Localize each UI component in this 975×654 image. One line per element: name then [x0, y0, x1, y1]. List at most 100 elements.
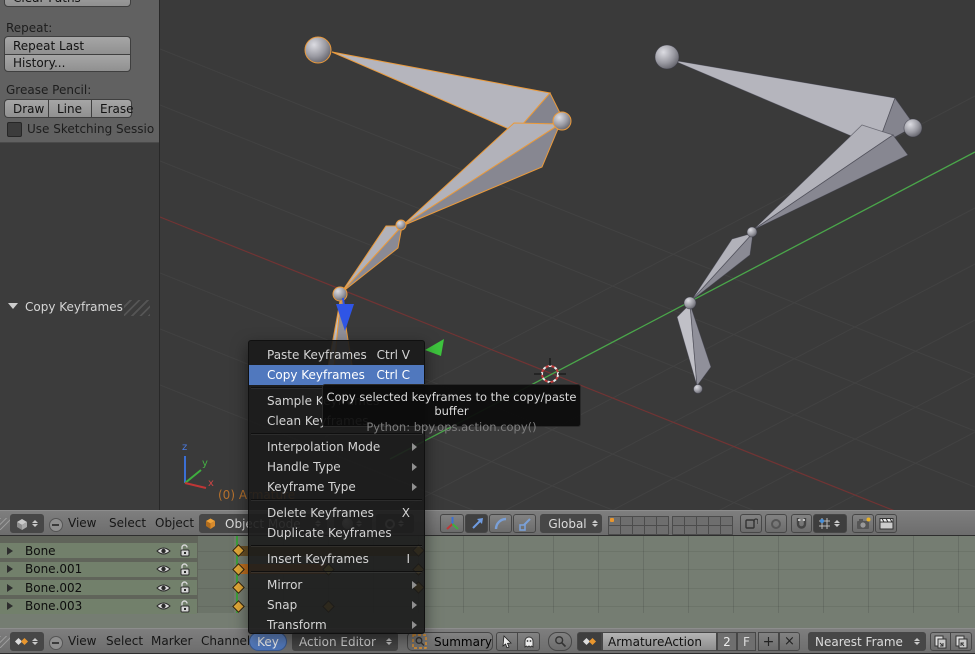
translate-arrow-icon: [471, 517, 483, 529]
lock-to-scene-button[interactable]: [740, 514, 762, 533]
transform-orientation-dropdown[interactable]: Global: [540, 514, 602, 533]
panel-drag-grip[interactable]: [124, 300, 150, 316]
paste-keyframes-button[interactable]: [951, 632, 972, 651]
repeat-label: Repeat:: [6, 21, 53, 35]
manipulator-axis-button[interactable]: [440, 514, 464, 533]
fake-user-button[interactable]: F: [737, 632, 756, 651]
gp-draw-button[interactable]: Draw: [4, 99, 48, 118]
collapse-menus-button[interactable]: [49, 518, 63, 532]
ghost-icon: [524, 636, 533, 648]
magnifier-icon: [554, 636, 566, 648]
viewport-header: View Select Object Object Mode Glob: [0, 510, 975, 536]
show-hidden-button[interactable]: [518, 632, 540, 651]
paste-icon: [955, 635, 967, 648]
snap-element-dropdown[interactable]: [813, 514, 847, 533]
scale-icon: [518, 517, 531, 531]
menu-marker-ds[interactable]: Marker: [151, 634, 192, 648]
menu-item-snap[interactable]: Snap: [249, 595, 424, 615]
submenu-arrow-icon: [412, 581, 417, 589]
submenu-arrow-icon: [412, 601, 417, 609]
armature-left-selected[interactable]: [304, 36, 572, 390]
gp-erase-button[interactable]: Erase: [92, 99, 134, 118]
action-diamonds-icon: [582, 637, 597, 646]
unlink-action-button[interactable]: ×: [779, 632, 800, 651]
action-name-field[interactable]: ArmatureAction: [602, 632, 717, 651]
cursor-arrow-icon: [502, 635, 512, 648]
gp-line-button[interactable]: Line: [48, 99, 92, 118]
menu-select-ds[interactable]: Select: [106, 634, 143, 648]
tooltip-python: Python: bpy.ops.action.copy(): [366, 420, 537, 434]
tool-shelf: Clear Paths Repeat: Repeat Last History.…: [0, 0, 160, 510]
magnet-icon: [796, 518, 807, 529]
menu-select-3d[interactable]: Select: [109, 516, 146, 530]
summary-filter-icon: [412, 634, 427, 649]
layers-group-1[interactable]: [608, 516, 669, 535]
render-animation-button[interactable]: [875, 514, 897, 533]
snap-toggle-button[interactable]: [791, 514, 812, 533]
collapse-menus-button[interactable]: [49, 636, 63, 650]
updown-arrows-icon: [31, 517, 40, 530]
updown-arrows-icon: [591, 517, 600, 530]
tool-shelf-panel: Clear Paths Repeat: Repeat Last History.…: [0, 0, 159, 143]
keyframe-diamond[interactable]: [231, 581, 245, 594]
editor-type-button-3dview[interactable]: [10, 514, 44, 533]
menu-item-copy-keyframes[interactable]: Copy Keyframes Ctrl C: [249, 365, 424, 385]
menu-view-3d[interactable]: View: [68, 516, 96, 530]
dopesheet-diamonds-icon: [14, 637, 29, 646]
filter-selected-button[interactable]: [496, 632, 518, 651]
menu-item-delete-keyframes[interactable]: Delete Keyframes X: [249, 503, 424, 523]
search-filter-button[interactable]: [548, 632, 572, 651]
menu-view-ds[interactable]: View: [68, 634, 96, 648]
manipulator-translate-button[interactable]: [465, 514, 488, 533]
manipulator-scale-button[interactable]: [513, 514, 536, 533]
submenu-arrow-icon: [412, 621, 417, 629]
armature-right[interactable]: [654, 44, 923, 394]
menu-item-interpolation-mode[interactable]: Interpolation Mode: [249, 437, 424, 457]
keyframe-area[interactable]: [0, 536, 975, 613]
menu-item-transform[interactable]: Transform: [249, 615, 424, 635]
copy-keyframes-panel-header[interactable]: Copy Keyframes: [25, 300, 123, 314]
rotate-arc-icon: [494, 517, 506, 529]
menu-item-paste-keyframes[interactable]: Paste Keyframes Ctrl V: [249, 345, 424, 365]
lock-camera-icon: [744, 518, 758, 529]
joint-sphere: [654, 44, 680, 70]
editor-type-button-dopesheet[interactable]: [10, 632, 44, 651]
dope-sheet-header: View Select Marker Channel Key Action Ed…: [0, 628, 975, 654]
cube-icon: [16, 518, 27, 530]
updown-arrows-icon: [31, 635, 40, 648]
updown-arrows-icon: [833, 517, 842, 530]
menu-channel-ds[interactable]: Channel: [201, 634, 250, 648]
keyframe-diamond[interactable]: [231, 599, 245, 613]
menu-object-3d[interactable]: Object: [155, 516, 194, 530]
joint-sphere: [903, 118, 923, 138]
new-action-button[interactable]: +: [758, 632, 779, 651]
grease-pencil-label: Grease Pencil:: [6, 83, 92, 97]
updown-arrows-icon: [385, 635, 394, 648]
copy-keyframes-button[interactable]: [930, 632, 951, 651]
menu-item-mirror[interactable]: Mirror: [249, 575, 424, 595]
manipulator-rotate-button[interactable]: [489, 514, 512, 533]
updown-arrows-icon: [913, 635, 922, 648]
close-icon: ×: [784, 634, 795, 649]
menu-item-insert-keyframes[interactable]: Insert Keyframes I: [249, 549, 424, 569]
proportional-circle-icon: [771, 518, 781, 529]
auto-snap-dropdown[interactable]: Nearest Frame: [808, 632, 926, 651]
clear-paths-button[interactable]: Clear Paths: [4, 0, 131, 7]
action-users-button[interactable]: 2: [717, 632, 737, 651]
layers-group-2[interactable]: [672, 516, 733, 535]
menu-item-keyframe-type[interactable]: Keyframe Type: [249, 477, 424, 497]
render-still-button[interactable]: [852, 514, 874, 533]
menu-item-duplicate-keyframes[interactable]: Duplicate Keyframes: [249, 523, 424, 543]
tooltip-text: Copy selected keyframes to the copy/past…: [326, 390, 577, 418]
menu-item-handle-type[interactable]: Handle Type: [249, 457, 424, 477]
joint-sphere: [304, 36, 332, 64]
proportional-edit-button[interactable]: [765, 514, 787, 533]
dope-sheet-region: Bone Bone.001 Bone.002 Bone.003: [0, 536, 975, 628]
repeat-last-button[interactable]: Repeat Last: [4, 36, 131, 54]
use-sketching-checkbox[interactable]: [7, 122, 22, 137]
clapperboard-icon: [879, 518, 893, 530]
history-button[interactable]: History...: [4, 54, 131, 72]
camera-icon: [856, 517, 870, 529]
panel-collapse-icon[interactable]: [8, 303, 18, 309]
plus-icon: +: [762, 633, 775, 650]
